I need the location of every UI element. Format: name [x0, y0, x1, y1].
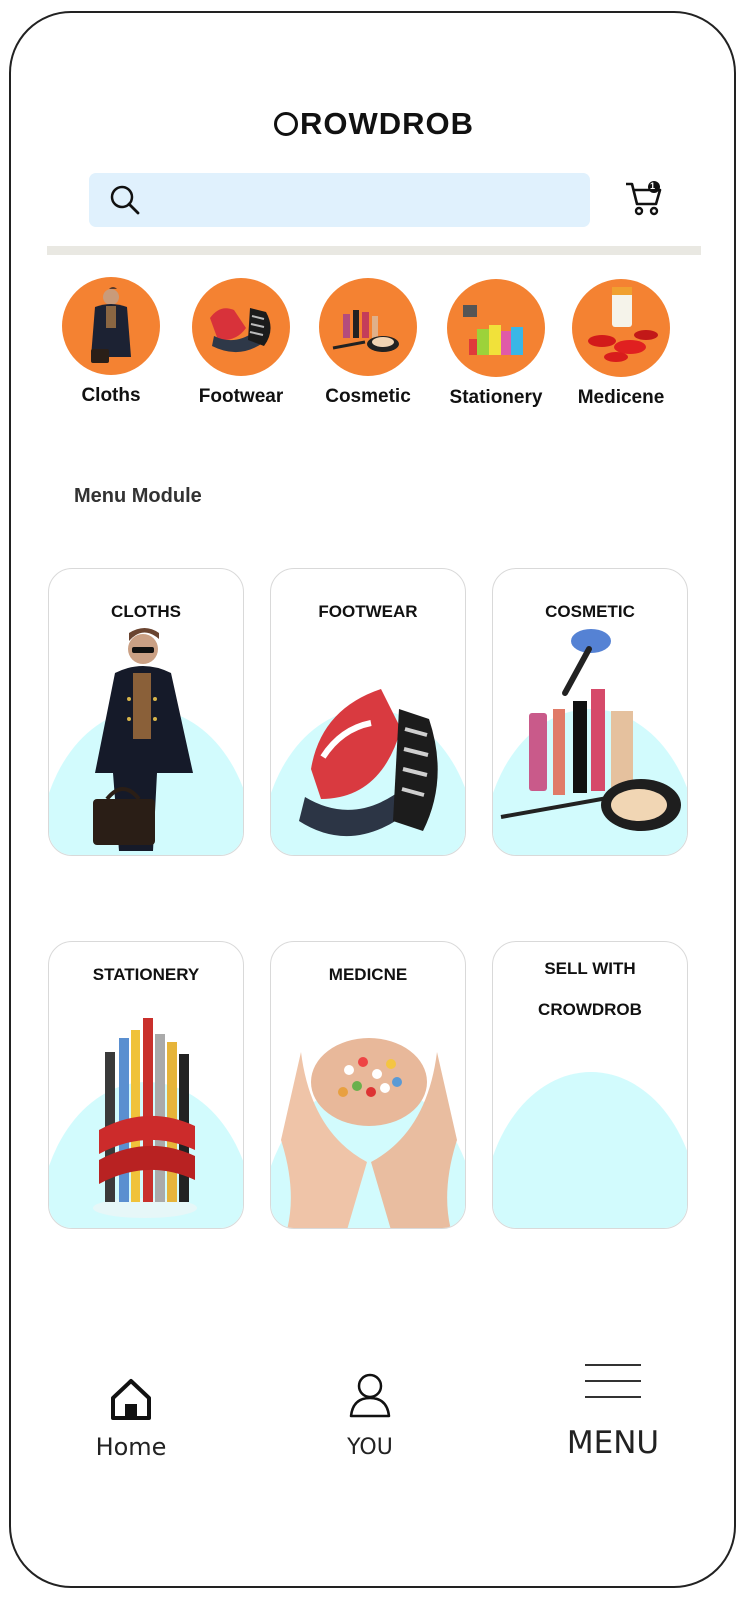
app-logo: ROWDROB — [0, 106, 748, 142]
card-sell-with-crowdrob[interactable]: SELL WITH CROWDROB — [492, 941, 688, 1229]
card-footwear[interactable]: FOOTWEAR — [270, 568, 466, 856]
cosmetic-image — [319, 278, 417, 376]
category-label: Stationery — [449, 387, 543, 408]
card-title: COSMETIC — [545, 602, 635, 621]
category-label: Footwear — [198, 386, 284, 407]
card-cloths[interactable]: CLOTHS — [48, 568, 244, 856]
cloths-image — [62, 277, 160, 375]
card-stationery[interactable]: STATIONERY — [48, 941, 244, 1229]
footwear-image — [192, 278, 290, 376]
card-title: MEDICNE — [328, 965, 408, 984]
card-blob — [493, 1072, 687, 1228]
category-footwear[interactable]: Footwear — [176, 278, 306, 408]
user-icon — [349, 1373, 391, 1418]
home-icon — [111, 1379, 151, 1420]
card-title: FOOTWEAR — [318, 602, 418, 621]
card-title-line1: SELL WITH — [544, 959, 636, 978]
search-input[interactable] — [157, 183, 571, 219]
nav-menu-label: MENU — [566, 1425, 660, 1461]
search-bar[interactable] — [89, 173, 590, 227]
nav-you-label: YOU — [347, 1435, 393, 1460]
nav-menu[interactable]: MENU — [564, 1362, 662, 1461]
category-medicene[interactable]: Medicene — [556, 279, 686, 409]
card-title-line2: CROWDROB — [538, 1000, 642, 1019]
menu-module-title: Menu Module — [74, 485, 202, 507]
category-label: Medicene — [577, 387, 665, 408]
category-cloths[interactable]: Cloths — [46, 277, 176, 407]
nav-you[interactable]: YOU — [336, 1372, 404, 1460]
category-cosmetic[interactable]: Cosmetic — [303, 278, 433, 408]
category-stationery[interactable]: Stationery — [431, 279, 561, 409]
header-divider — [47, 246, 701, 255]
nav-home[interactable]: Home — [90, 1376, 172, 1461]
category-label: Cosmetic — [325, 386, 411, 407]
card-title: SELL WITH CROWDROB — [493, 948, 687, 1030]
card-cosmetic[interactable]: COSMETIC — [492, 568, 688, 856]
card-medicne[interactable]: MEDICNE — [270, 941, 466, 1229]
category-label: Cloths — [81, 385, 141, 406]
card-title: CLOTHS — [111, 602, 181, 621]
card-title: STATIONERY — [92, 965, 200, 984]
logo-text: ROWDROB — [299, 106, 475, 141]
cart-button[interactable]: 1 — [624, 180, 664, 223]
stationery-image — [447, 279, 545, 377]
hamburger-menu-icon — [585, 1364, 641, 1398]
medicene-image — [572, 279, 670, 377]
logo-c-mark — [273, 112, 298, 136]
nav-home-label: Home — [95, 1433, 167, 1461]
cart-icon — [626, 181, 662, 216]
search-icon — [110, 185, 140, 215]
cart-badge: 1 — [650, 181, 656, 191]
